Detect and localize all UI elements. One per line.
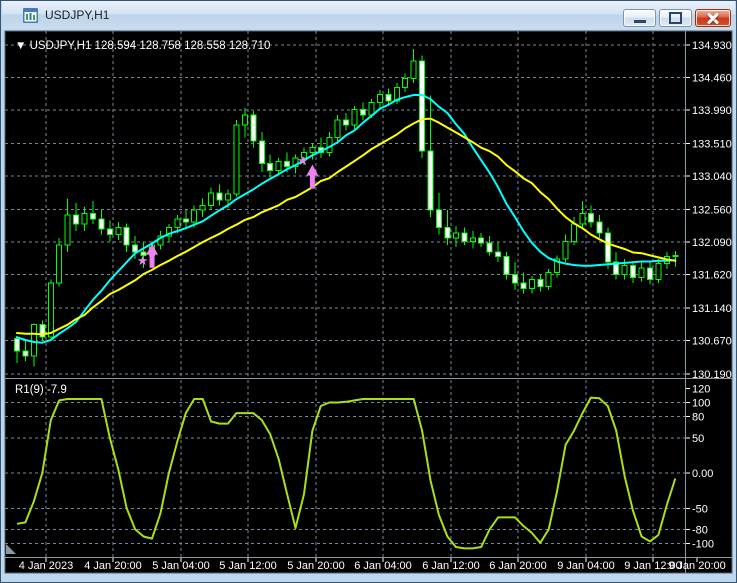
svg-text:0.00: 0.00 <box>692 468 713 480</box>
svg-text:50: 50 <box>692 433 704 445</box>
svg-text:6 Jan 12:00: 6 Jan 12:00 <box>422 560 480 572</box>
svg-text:5 Jan 12:00: 5 Jan 12:00 <box>219 560 277 572</box>
svg-text:9 Jan 04:00: 9 Jan 04:00 <box>557 560 615 572</box>
minimize-icon <box>633 20 646 23</box>
restore-button[interactable] <box>659 9 692 27</box>
svg-text:130.670: 130.670 <box>692 336 732 348</box>
svg-text:6 Jan 20:00: 6 Jan 20:00 <box>489 560 547 572</box>
svg-text:133.990: 133.990 <box>692 105 732 117</box>
window-controls <box>623 9 731 27</box>
close-icon <box>707 12 719 24</box>
svg-text:130.190: 130.190 <box>692 369 732 381</box>
main-chart-area[interactable] <box>5 31 685 378</box>
svg-text:134.930: 134.930 <box>692 40 732 52</box>
svg-text:9 Jan 20:00: 9 Jan 20:00 <box>668 560 726 572</box>
svg-text:4 Jan 2023: 4 Jan 2023 <box>19 560 73 572</box>
close-button[interactable] <box>695 9 731 27</box>
svg-text:80: 80 <box>692 412 704 424</box>
svg-text:132.560: 132.560 <box>692 204 732 216</box>
svg-text:133.040: 133.040 <box>692 171 732 183</box>
svg-text:131.140: 131.140 <box>692 303 732 315</box>
minimize-button[interactable] <box>623 9 656 27</box>
chart-window: USDJPY,H1 ★★134.930134.460133.990133.510… <box>0 0 737 583</box>
svg-text:5 Jan 20:00: 5 Jan 20:00 <box>287 560 345 572</box>
svg-text:4 Jan 20:00: 4 Jan 20:00 <box>84 560 142 572</box>
svg-text:134.460: 134.460 <box>692 73 732 85</box>
indicator-pane[interactable] <box>5 380 685 557</box>
svg-text:133.510: 133.510 <box>692 139 732 151</box>
svg-text:131.620: 131.620 <box>692 270 732 282</box>
window-title: USDJPY,H1 <box>45 8 110 22</box>
chart-canvas[interactable]: ★★134.930134.460133.990133.510133.040132… <box>1 29 737 583</box>
svg-text:6 Jan 04:00: 6 Jan 04:00 <box>354 560 412 572</box>
svg-text:-50: -50 <box>692 503 708 515</box>
svg-text:5 Jan 04:00: 5 Jan 04:00 <box>152 560 210 572</box>
svg-text:132.090: 132.090 <box>692 237 732 249</box>
chart-window-icon <box>23 7 38 23</box>
svg-text:100: 100 <box>692 398 710 410</box>
svg-text:-100: -100 <box>692 539 714 551</box>
svg-text:120: 120 <box>692 383 710 395</box>
svg-text:-80: -80 <box>692 524 708 536</box>
title-bar[interactable]: USDJPY,H1 <box>2 1 735 29</box>
restore-icon <box>669 12 682 24</box>
